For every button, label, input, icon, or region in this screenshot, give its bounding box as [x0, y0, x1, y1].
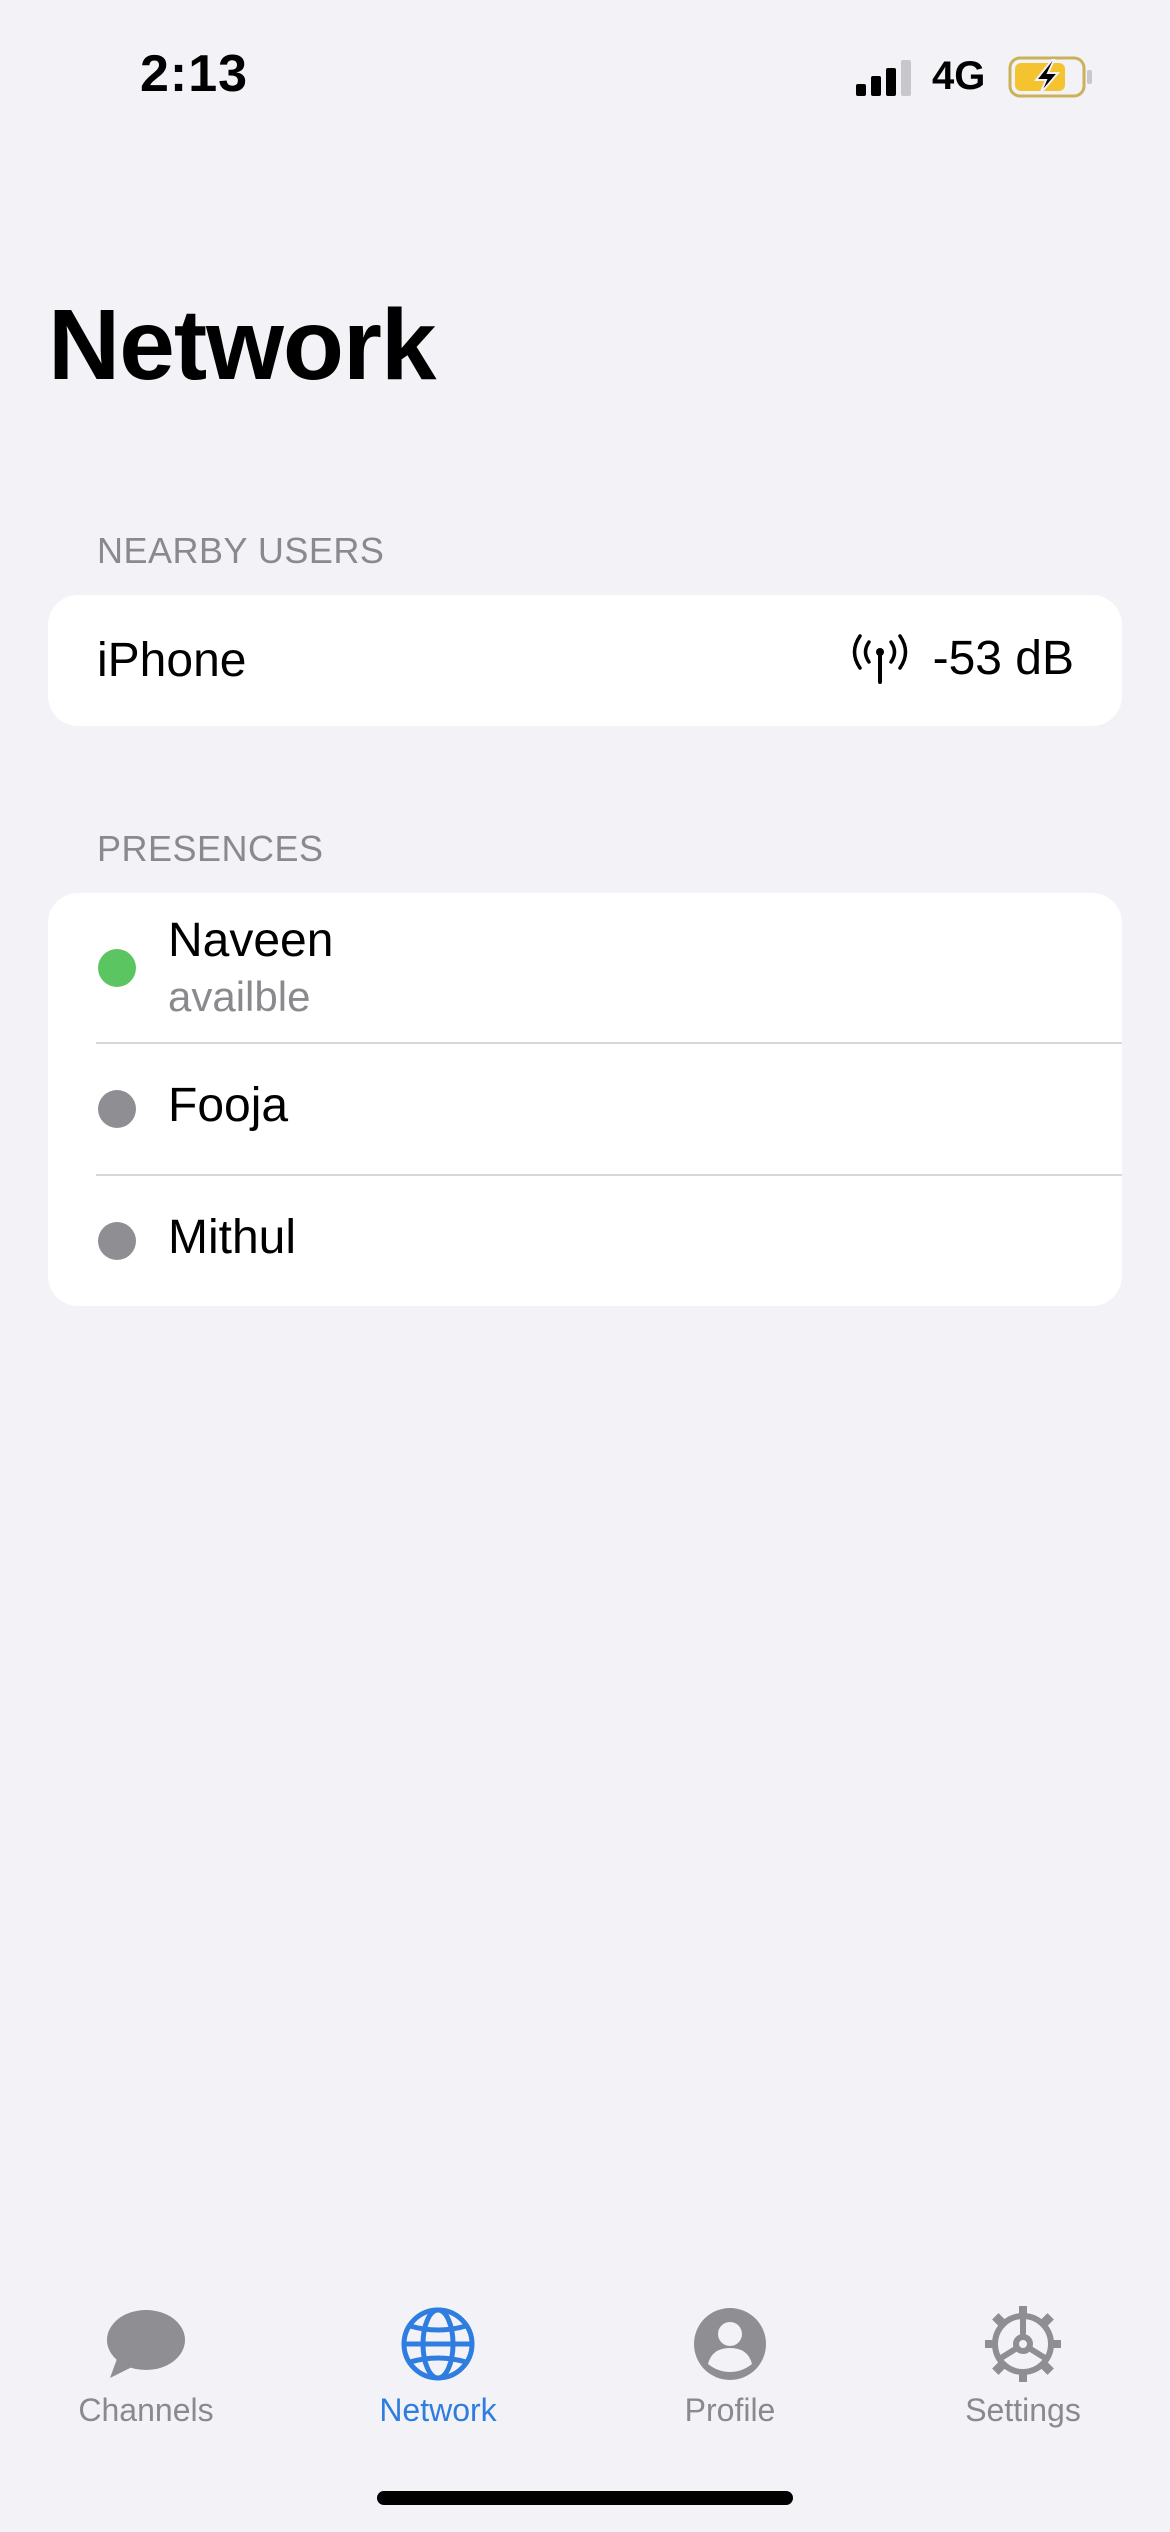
nearby-users-header: NEARBY USERS	[97, 530, 385, 571]
presence-row-mithul[interactable]: Mithul	[48, 1176, 1122, 1306]
tab-label: Network	[379, 2392, 497, 2428]
nearby-user-signal-strength: -53 dB	[932, 632, 1074, 685]
tab-settings[interactable]: Settings	[903, 2304, 1143, 2429]
status-dot-offline	[98, 1090, 136, 1128]
battery-charging-icon	[1008, 56, 1092, 98]
status-dot-available	[98, 949, 136, 987]
nearby-user-name: iPhone	[97, 634, 247, 687]
gear-icon	[985, 2306, 1061, 2382]
app-screen: 2:13 4G Network NEARBY USERS iPhone -53 …	[0, 0, 1170, 2532]
tab-channels[interactable]: Channels	[26, 2304, 266, 2429]
network-type: 4G	[932, 54, 986, 98]
chat-bubble-icon	[107, 2310, 185, 2378]
presences-list: Naveen availble Fooja Mithul	[48, 893, 1122, 1306]
presence-name: Naveen	[168, 914, 334, 967]
presence-name: Fooja	[168, 1079, 289, 1132]
presence-row-naveen[interactable]: Naveen availble	[48, 893, 1122, 1042]
cellular-signal-icon	[856, 60, 911, 96]
antenna-icon	[852, 633, 907, 684]
status-time: 2:13	[140, 45, 249, 103]
nearby-user-signal-group: -53 dB	[851, 631, 1074, 686]
page-title: Network	[48, 289, 437, 401]
home-indicator[interactable]	[377, 2491, 793, 2505]
presences-header: PRESENCES	[97, 828, 324, 869]
tab-label: Settings	[965, 2392, 1081, 2428]
presence-name: Mithul	[168, 1211, 297, 1264]
presence-status: availble	[168, 973, 311, 1020]
globe-icon	[401, 2307, 475, 2381]
person-circle-icon	[694, 2308, 766, 2380]
tab-network[interactable]: Network	[318, 2304, 558, 2429]
tab-label: Profile	[684, 2392, 776, 2428]
presence-row-fooja[interactable]: Fooja	[48, 1044, 1122, 1174]
nearby-user-row[interactable]: iPhone -53 dB	[48, 595, 1122, 726]
status-dot-offline	[98, 1222, 136, 1260]
tab-label: Channels	[78, 2392, 214, 2428]
tab-profile[interactable]: Profile	[610, 2304, 850, 2429]
